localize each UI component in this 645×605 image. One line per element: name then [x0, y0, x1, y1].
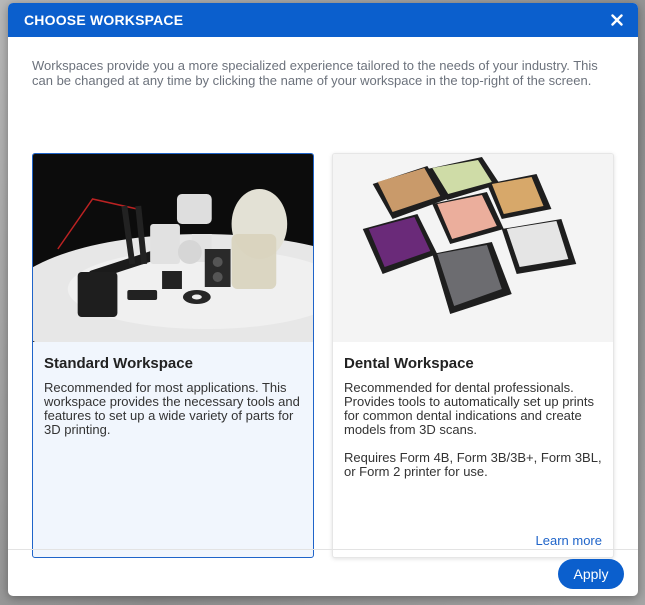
dialog-title: CHOOSE WORKSPACE	[24, 12, 184, 28]
learn-more-link[interactable]: Learn more	[536, 533, 602, 548]
standard-workspace-description: Recommended for most applications. This …	[44, 380, 300, 437]
standard-workspace-image	[33, 154, 313, 342]
dental-workspace-requirements: Requires Form 4B, Form 3B/3B+, Form 3BL,…	[344, 450, 602, 479]
dental-workspace-card[interactable]: Dental Workspace Recommended for dental …	[332, 153, 614, 558]
dialog-footer: Apply	[8, 549, 638, 596]
standard-workspace-title: Standard Workspace	[44, 355, 193, 372]
dental-workspace-description: Recommended for dental professionals. Pr…	[344, 380, 595, 437]
close-button[interactable]	[608, 11, 626, 29]
close-icon	[611, 14, 623, 26]
intro-text: Workspaces provide you a more specialize…	[32, 58, 598, 88]
apply-button[interactable]: Apply	[558, 559, 624, 589]
standard-workspace-card[interactable]: Standard Workspace Recommended for most …	[32, 153, 314, 558]
dialog-body: Workspaces provide you a more specialize…	[8, 37, 638, 558]
dialog-titlebar: CHOOSE WORKSPACE	[8, 3, 638, 37]
dental-workspace-image	[333, 154, 613, 342]
choose-workspace-dialog: CHOOSE WORKSPACE Workspaces provide you …	[8, 3, 638, 596]
dental-workspace-title: Dental Workspace	[344, 355, 474, 372]
